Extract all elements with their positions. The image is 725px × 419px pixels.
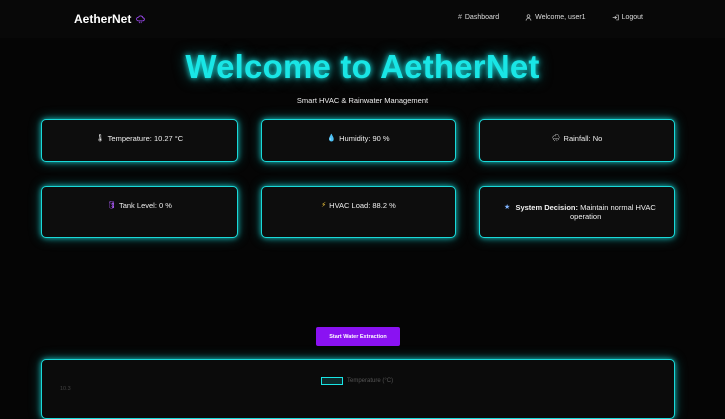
brand-name: AetherNet: [74, 12, 131, 26]
y-tick-label: 10.3: [60, 386, 71, 392]
dashboard-icon: #: [458, 14, 462, 21]
rain-cloud-icon: 🌧: [552, 134, 561, 143]
temperature-card: 🌡 Temperature: 10.27 °C: [41, 119, 238, 162]
brand[interactable]: AetherNet: [74, 12, 145, 26]
logout-icon: [612, 14, 619, 21]
temperature-label: Temperature: 10.27 °C: [108, 134, 184, 143]
nav-dashboard-label: Dashboard: [465, 14, 499, 21]
navbar: AetherNet # Dashboard Welcome, user1 Log…: [0, 0, 725, 38]
decision-text: System Decision: Maintain normal HVAC op…: [513, 203, 658, 221]
chart-legend[interactable]: Temperature (°C): [321, 377, 393, 385]
decision-label: System Decision:: [515, 203, 578, 212]
temperature-chart: Temperature (°C) 10.3: [41, 359, 675, 419]
hvac-card: ⚡ HVAC Load: 88.2 %: [261, 186, 456, 238]
rainfall-label: Rainfall: No: [564, 134, 603, 143]
tank-icon: 🛢: [107, 201, 116, 210]
nav-dashboard[interactable]: # Dashboard: [458, 14, 499, 21]
start-water-extraction-button[interactable]: Start Water Extraction: [316, 327, 400, 346]
nav-links: # Dashboard Welcome, user1 Logout: [458, 14, 643, 21]
tank-card: 🛢 Tank Level: 0 %: [41, 186, 238, 238]
user-icon: [525, 14, 532, 21]
page-subtitle: Smart HVAC & Rainwater Management: [0, 96, 725, 105]
thermometer-icon: 🌡: [96, 134, 105, 143]
droplet-icon: 💧: [327, 134, 336, 143]
decision-card: ★ System Decision: Maintain normal HVAC …: [479, 186, 675, 238]
cloud-rain-icon: [136, 15, 145, 24]
nav-logout-label: Logout: [622, 14, 643, 21]
lightning-icon: ⚡: [321, 201, 326, 210]
nav-user[interactable]: Welcome, user1: [525, 14, 585, 21]
legend-label: Temperature (°C): [347, 378, 393, 384]
nav-logout[interactable]: Logout: [612, 14, 643, 21]
nav-user-label: Welcome, user1: [535, 14, 585, 21]
page-title: Welcome to AetherNet: [0, 48, 725, 86]
humidity-card: 💧 Humidity: 90 %: [261, 119, 456, 162]
star-icon: ★: [504, 203, 510, 212]
decision-value: Maintain normal HVAC operation: [570, 203, 656, 221]
tank-label: Tank Level: 0 %: [119, 201, 172, 210]
legend-swatch: [321, 377, 343, 385]
humidity-label: Humidity: 90 %: [339, 134, 389, 143]
rainfall-card: 🌧 Rainfall: No: [479, 119, 675, 162]
hvac-label: HVAC Load: 88.2 %: [329, 201, 396, 210]
